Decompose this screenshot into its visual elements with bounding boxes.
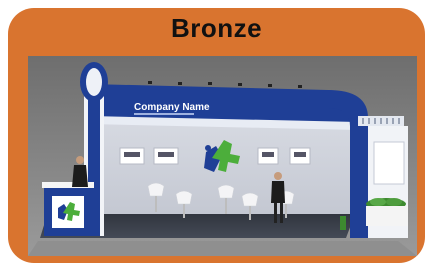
planter — [366, 198, 408, 226]
booth-header-text: Company Name — [134, 102, 210, 113]
booth-render-image: Company Name — [28, 56, 417, 256]
package-card: Bronze Company Name — [8, 8, 425, 263]
package-title: Bronze — [170, 13, 263, 43]
reception-counter — [42, 182, 94, 236]
